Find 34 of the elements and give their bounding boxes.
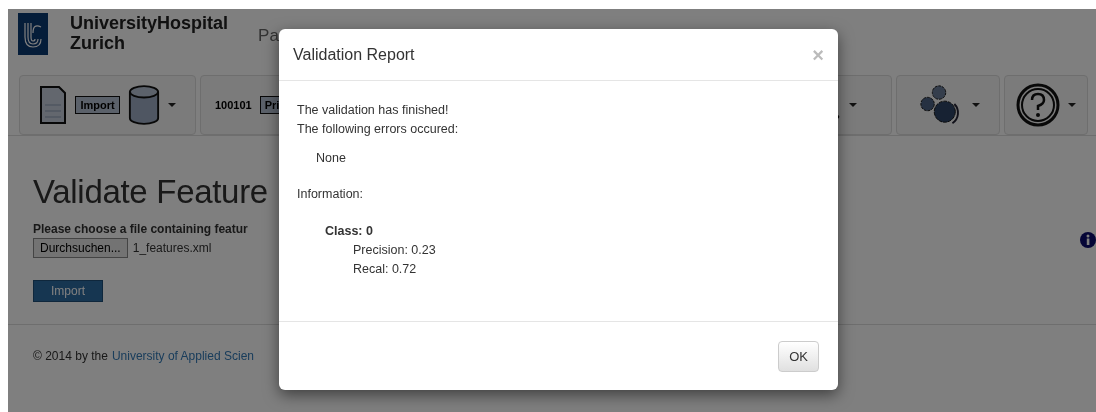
caret-icon — [972, 103, 980, 107]
app-title: Pa — [258, 26, 279, 46]
import-button[interactable]: Import — [33, 280, 103, 302]
university-link[interactable]: University of Applied Scien — [111, 349, 254, 363]
logo-icon — [18, 13, 48, 55]
close-button[interactable]: × — [812, 44, 824, 65]
document-icon — [39, 85, 68, 125]
message-text: The validation has finished! — [297, 102, 449, 119]
caret-icon — [1068, 103, 1076, 107]
class-heading: Class: 0 — [325, 223, 373, 240]
error-item: None — [316, 150, 346, 167]
browse-button[interactable]: Durchsuchen... — [33, 238, 128, 258]
binary-label: 100101 — [215, 99, 252, 111]
import-tag: Import — [75, 96, 120, 114]
ok-button[interactable]: OK — [778, 340, 819, 372]
message-text: The following errors occured: — [297, 121, 459, 138]
file-name: 1_features.xml — [132, 241, 212, 255]
metric-text: Precision: 0.23 — [353, 242, 436, 259]
information-label: Information: — [297, 186, 363, 203]
page-title: Validate Feature — [33, 172, 268, 212]
toolbar-menu[interactable]: Import — [19, 75, 196, 135]
info-icon[interactable] — [1080, 232, 1096, 248]
database-icon — [127, 84, 160, 126]
toolbar-menu[interactable] — [896, 75, 1000, 135]
help-icon — [1016, 83, 1060, 127]
caret-icon — [167, 103, 176, 107]
hospital-name: UniversityHospital — [70, 13, 229, 33]
metric-text: Recal: 0.72 — [353, 261, 417, 278]
toolbar-menu[interactable] — [1004, 75, 1088, 135]
caret-icon — [849, 103, 857, 107]
file-prompt: Please choose a file containing featur — [33, 222, 248, 236]
hospital-name: Zurich — [70, 33, 126, 53]
dialog-title: Validation Report — [293, 45, 415, 64]
copyright-text: © 2014 by the — [33, 349, 108, 363]
